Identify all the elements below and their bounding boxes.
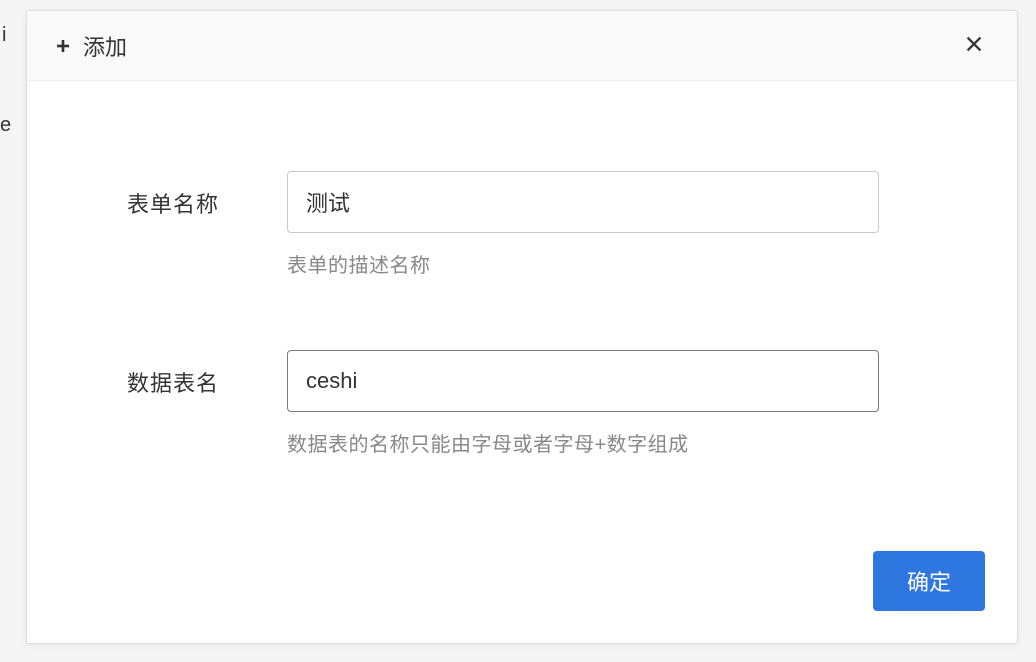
modal-header: 添加 [27,11,1017,81]
modal-title: 添加 [53,30,127,62]
form-name-control: 表单的描述名称 [287,171,879,278]
confirm-button-label: 确定 [907,570,951,595]
confirm-button[interactable]: 确定 [873,551,985,611]
bg-text-2: e [0,110,11,140]
form-name-label: 表单名称 [127,171,287,219]
close-button[interactable] [957,27,991,64]
form-row-form-name: 表单名称 表单的描述名称 [127,171,917,278]
table-name-input[interactable] [287,350,879,412]
modal-body: 表单名称 表单的描述名称 数据表名 数据表的名称只能由字母或者字母+数字组成 [27,81,1017,551]
bg-text-1: i [0,20,11,50]
table-name-label: 数据表名 [127,350,287,398]
form-name-input[interactable] [287,171,879,233]
table-name-helper: 数据表的名称只能由字母或者字母+数字组成 [287,428,879,457]
modal-footer: 确定 [27,551,1017,643]
modal-title-label: 添加 [83,30,127,62]
form-name-helper: 表单的描述名称 [287,249,879,278]
form-row-table-name: 数据表名 数据表的名称只能由字母或者字母+数字组成 [127,350,917,457]
add-modal: 添加 表单名称 表单的描述名称 数据表名 数据表的名称只能由字母或者字母+数字组… [26,10,1018,644]
close-icon [963,33,985,58]
table-name-control: 数据表的名称只能由字母或者字母+数字组成 [287,350,879,457]
plus-icon [53,36,73,56]
background-fragment: i e [0,20,11,140]
